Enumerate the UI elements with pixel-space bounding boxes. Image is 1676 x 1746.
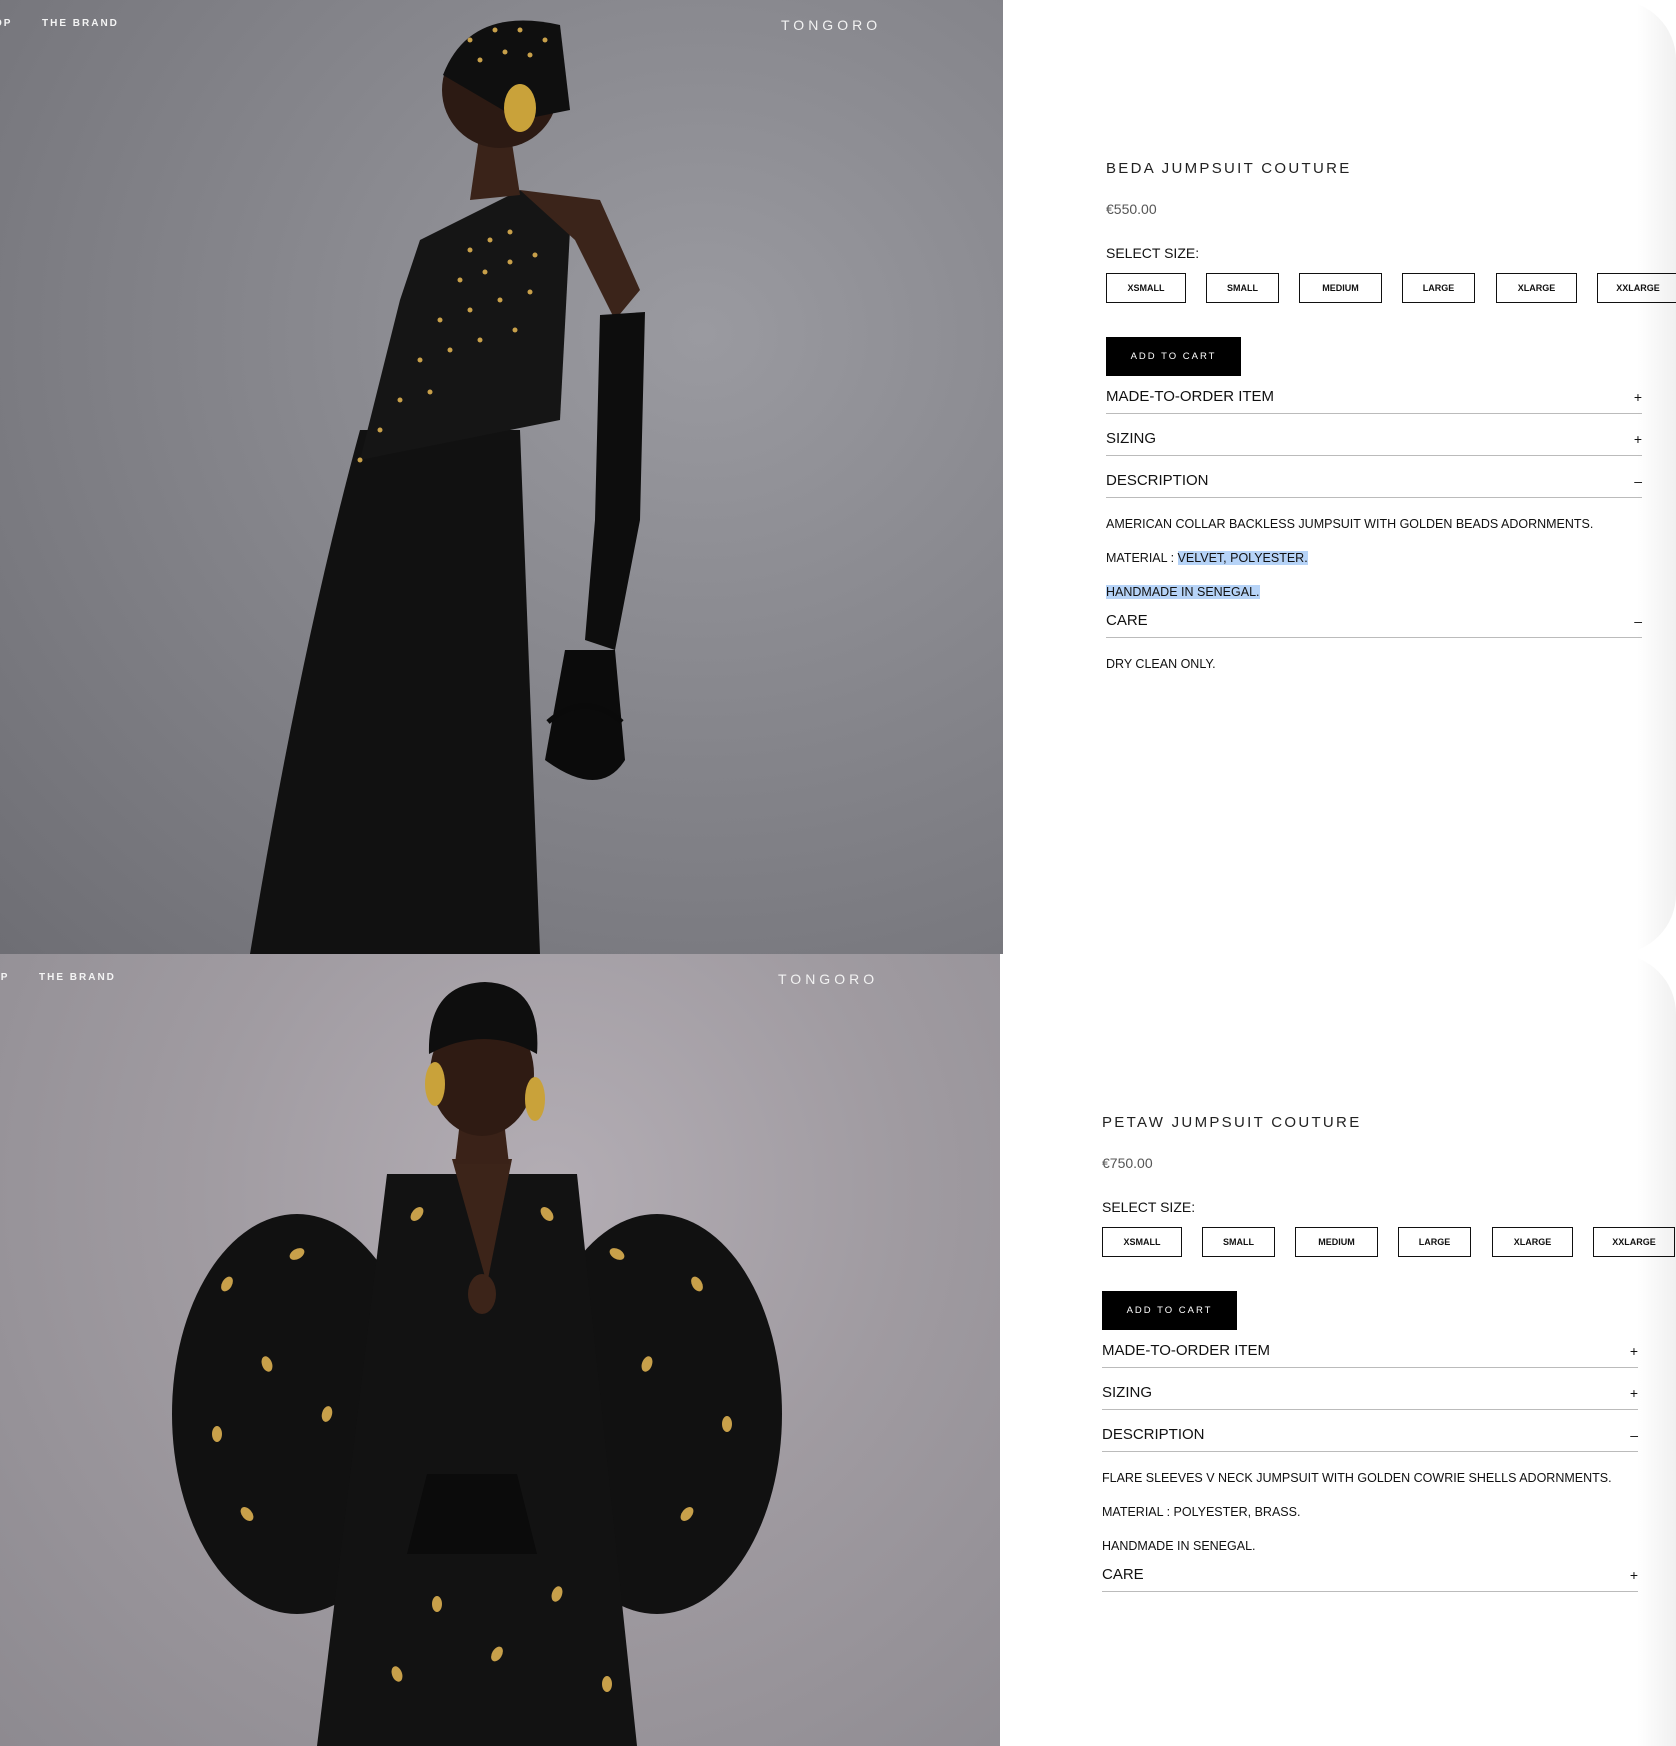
description-text: AMERICAN COLLAR BACKLESS JUMPSUIT WITH G… [1106,517,1594,531]
size-medium-button[interactable]: MEDIUM [1295,1227,1378,1257]
nav-the-brand-link[interactable]: THE BRAND [42,18,119,29]
product-info: PETAW JUMPSUIT COUTURE €750.00 SELECT SI… [1102,1114,1675,1592]
accordion-sizing[interactable]: SIZING + [1102,1368,1638,1410]
size-large-button[interactable]: LARGE [1398,1227,1471,1257]
description-text: FLARE SLEEVES V NECK JUMPSUIT WITH GOLDE… [1102,1471,1612,1485]
accordion-label: DESCRIPTION [1106,472,1209,489]
accordion-label: CARE [1106,612,1148,629]
material-prefix: MATERIAL : [1106,551,1178,565]
panel-edge-shadow [1636,954,1676,1746]
brand-logo[interactable]: TONGORO [781,17,881,33]
size-options: XSMALL SMALL MEDIUM LARGE XLARGE XXLARGE [1106,273,1676,307]
size-large-button[interactable]: LARGE [1402,273,1475,303]
accordion-care[interactable]: CARE + [1102,1554,1638,1592]
size-xsmall-button[interactable]: XSMALL [1102,1227,1182,1257]
collapse-icon[interactable]: – [1634,613,1642,629]
add-to-cart-button[interactable]: ADD TO CART [1102,1291,1237,1330]
expand-icon[interactable]: + [1630,1567,1638,1583]
collapse-icon[interactable]: – [1634,473,1642,489]
material-line: MATERIAL : POLYESTER, BRASS. [1102,1504,1638,1520]
accordion-sizing[interactable]: SIZING + [1106,414,1642,456]
product-price: €750.00 [1102,1155,1153,1171]
material-value-selected: VELVET, POLYESTER. [1177,551,1308,565]
product-page-screenshot-1: OP THE BRAND TONGORO BEDA JUMPSUIT COUTU… [0,0,1676,954]
nav-the-brand-link[interactable]: THE BRAND [39,972,116,983]
accordion-label: DESCRIPTION [1102,1426,1205,1443]
material-value: POLYESTER, BRASS. [1173,1505,1301,1519]
panel-edge-shadow [1636,0,1676,954]
origin-text-selected: HANDMADE IN SENEGAL. [1106,585,1260,599]
product-photo-petaw: OP THE BRAND TONGORO [0,954,1000,1746]
size-xxlarge-button[interactable]: XXLARGE [1593,1227,1675,1257]
product-info: BEDA JUMPSUIT COUTURE €550.00 SELECT SIZ… [1106,160,1676,672]
accordion-description[interactable]: DESCRIPTION – [1106,456,1642,498]
model-illustration [172,982,782,1746]
origin-line: HANDMADE IN SENEGAL. [1106,584,1642,600]
origin-line: HANDMADE IN SENEGAL. [1102,1538,1638,1554]
select-size-label: SELECT SIZE: [1102,1199,1196,1215]
accordion-made-to-order[interactable]: MADE-TO-ORDER ITEM + [1106,376,1642,414]
accordion-made-to-order[interactable]: MADE-TO-ORDER ITEM + [1102,1330,1638,1368]
origin-text: HANDMADE IN SENEGAL. [1102,1539,1256,1553]
product-title: BEDA JUMPSUIT COUTURE [1106,160,1352,177]
select-size-label: SELECT SIZE: [1106,245,1200,261]
model-illustration [250,20,645,954]
size-xlarge-button[interactable]: XLARGE [1492,1227,1573,1257]
size-medium-button[interactable]: MEDIUM [1299,273,1382,303]
size-xsmall-button[interactable]: XSMALL [1106,273,1186,303]
size-xlarge-button[interactable]: XLARGE [1496,273,1577,303]
accordion-label: SIZING [1102,1384,1153,1401]
size-options: XSMALL SMALL MEDIUM LARGE XLARGE XXLARGE [1102,1227,1675,1261]
care-text: DRY CLEAN ONLY. [1106,657,1216,671]
brand-logo[interactable]: TONGORO [778,971,878,987]
expand-icon[interactable]: + [1630,1343,1638,1359]
material-prefix: MATERIAL : [1102,1505,1174,1519]
material-line: MATERIAL : VELVET, POLYESTER. [1106,550,1642,566]
nav-shop-link[interactable]: OP [0,18,12,29]
collapse-icon[interactable]: – [1630,1427,1638,1443]
product-title: PETAW JUMPSUIT COUTURE [1102,1114,1362,1131]
accordion-label: MADE-TO-ORDER ITEM [1106,388,1275,405]
accordion-label: CARE [1102,1566,1144,1583]
size-small-button[interactable]: SMALL [1202,1227,1275,1257]
accordion-care[interactable]: CARE – [1106,600,1642,638]
product-page-screenshot-2: OP THE BRAND TONGORO PETAW JUMPSUIT COUT… [0,954,1676,1746]
expand-icon[interactable]: + [1630,1385,1638,1401]
size-xxlarge-button[interactable]: XXLARGE [1597,273,1676,303]
accordion-description[interactable]: DESCRIPTION – [1102,1410,1638,1452]
nav-shop-link[interactable]: OP [0,972,9,983]
add-to-cart-button[interactable]: ADD TO CART [1106,337,1241,376]
size-small-button[interactable]: SMALL [1206,273,1279,303]
expand-icon[interactable]: + [1634,389,1642,405]
accordion-label: MADE-TO-ORDER ITEM [1102,1342,1271,1359]
product-price: €550.00 [1106,201,1157,217]
accordion-label: SIZING [1106,430,1157,447]
expand-icon[interactable]: + [1634,431,1642,447]
product-photo-beda: OP THE BRAND TONGORO [0,0,1003,954]
